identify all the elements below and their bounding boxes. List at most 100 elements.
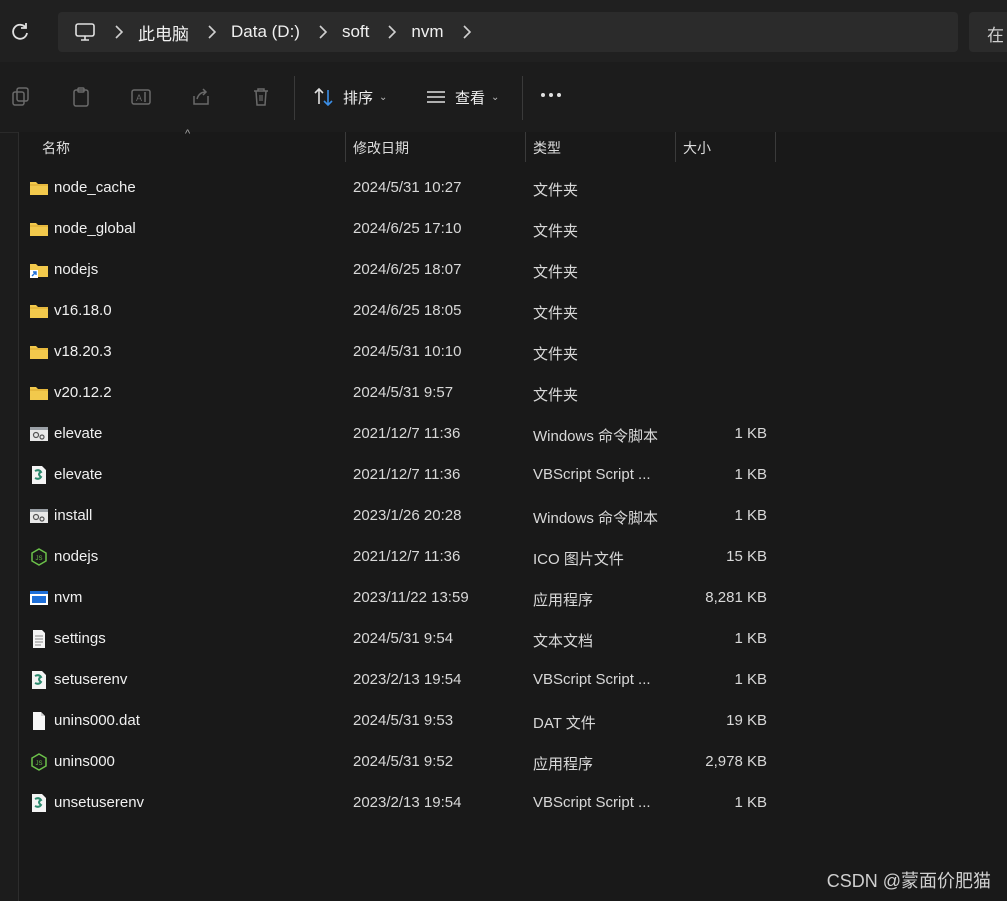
chevron-right-icon[interactable]	[462, 25, 472, 39]
file-date: 2024/6/25 18:07	[353, 261, 462, 278]
column-header-date[interactable]: 修改日期	[353, 138, 409, 158]
file-type: Windows 命令脚本	[533, 428, 659, 445]
search-box[interactable]: 在	[969, 12, 1007, 52]
column-divider[interactable]	[675, 132, 676, 162]
file-name[interactable]: v16.18.0	[54, 302, 112, 319]
breadcrumb-this-pc[interactable]: 此电脑	[138, 20, 189, 45]
file-row[interactable]: JS unins000 2024/5/31 9:52 应用程序 2,978 KB	[19, 742, 779, 782]
file-type: 应用程序	[533, 592, 594, 609]
file-date: 2023/11/22 13:59	[353, 589, 469, 606]
file-row[interactable]: setuserenv 2023/2/13 19:54 VBScript Script…	[19, 660, 779, 700]
copy-icon[interactable]	[10, 86, 32, 108]
chevron-right-icon[interactable]	[318, 25, 328, 39]
svg-text:JS: JS	[36, 761, 43, 767]
column-divider[interactable]	[345, 132, 346, 162]
file-name[interactable]: nodejs	[54, 261, 98, 278]
file-row[interactable]: v20.12.2 2024/5/31 9:57 文件夹	[19, 373, 779, 413]
column-divider[interactable]	[525, 132, 526, 162]
file-name[interactable]: setuserenv	[54, 671, 127, 688]
chevron-right-icon[interactable]	[114, 25, 124, 39]
command-bar: A 排序 ⌄ 查看 ⌄	[0, 62, 1007, 133]
folder-shortcut-icon	[29, 261, 49, 279]
file-row[interactable]: elevate 2021/12/7 11:36 Windows 命令脚本 1 KB	[19, 414, 779, 454]
breadcrumb-nvm[interactable]: nvm	[411, 22, 443, 42]
more-options-button[interactable]	[541, 84, 565, 101]
rename-icon[interactable]: A	[130, 86, 152, 108]
file-row[interactable]: unsetuserenv 2023/2/13 19:54 VBScript Scri…	[19, 783, 779, 823]
file-size: 2,978 KB	[705, 753, 767, 770]
file-row[interactable]: JS nodejs 2021/12/7 11:36 ICO 图片文件 15 KB	[19, 537, 779, 577]
file-date: 2024/6/25 18:05	[353, 302, 462, 319]
vbscript-file-icon	[29, 466, 49, 484]
column-header-name[interactable]: 名称	[42, 138, 70, 158]
svg-text:JS: JS	[36, 556, 43, 562]
view-button[interactable]: 查看 ⌄	[425, 84, 499, 110]
paste-icon[interactable]	[70, 86, 92, 108]
file-type: Windows 命令脚本	[533, 510, 659, 527]
file-size: 1 KB	[734, 794, 767, 811]
column-divider[interactable]	[775, 132, 776, 162]
file-row[interactable]: v18.20.3 2024/5/31 10:10 文件夹	[19, 332, 779, 372]
application-icon	[29, 589, 49, 607]
file-type: 文本文档	[533, 633, 594, 650]
file-size: 19 KB	[726, 712, 767, 729]
file-type: 文件夹	[533, 346, 579, 363]
file-row[interactable]: install 2023/1/26 20:28 Windows 命令脚本 1 KB	[19, 496, 779, 536]
sort-button[interactable]: 排序 ⌄	[313, 84, 387, 110]
file-date: 2021/12/7 11:36	[353, 425, 461, 442]
column-header-size[interactable]: 大小	[683, 138, 711, 158]
file-type: 文件夹	[533, 305, 579, 322]
file-name[interactable]: unsetuserenv	[54, 794, 144, 811]
file-row[interactable]: unins000.dat 2024/5/31 9:53 DAT 文件 19 KB	[19, 701, 779, 741]
file-name[interactable]: node_cache	[54, 179, 136, 196]
file-date: 2024/6/25 17:10	[353, 220, 462, 237]
breadcrumb-soft[interactable]: soft	[342, 22, 369, 42]
delete-icon[interactable]	[250, 86, 272, 108]
file-size: 1 KB	[734, 466, 767, 483]
file-name[interactable]: unins000.dat	[54, 712, 140, 729]
file-row[interactable]: nvm 2023/11/22 13:59 应用程序 8,281 KB	[19, 578, 779, 618]
file-row[interactable]: node_cache 2024/5/31 10:27 文件夹	[19, 168, 779, 208]
column-header-row: ^ 名称 修改日期 类型 大小	[19, 128, 779, 164]
file-name[interactable]: elevate	[54, 425, 102, 442]
view-label: 查看	[455, 89, 486, 107]
chevron-right-icon[interactable]	[387, 25, 397, 39]
column-header-type[interactable]: 类型	[533, 138, 561, 158]
sort-ascending-icon: ^	[185, 128, 191, 140]
file-date: 2024/5/31 10:10	[353, 343, 462, 360]
breadcrumb-data-drive[interactable]: Data (D:)	[231, 22, 300, 42]
file-name[interactable]: v18.20.3	[54, 343, 112, 360]
sort-icon	[314, 87, 333, 107]
refresh-icon[interactable]	[8, 20, 32, 44]
file-name[interactable]: v20.12.2	[54, 384, 112, 401]
file-date: 2023/1/26 20:28	[353, 507, 462, 524]
file-name[interactable]: node_global	[54, 220, 136, 237]
file-name[interactable]: elevate	[54, 466, 102, 483]
file-date: 2024/5/31 9:52	[353, 753, 454, 770]
more-icon	[541, 84, 565, 101]
file-row[interactable]: settings 2024/5/31 9:54 文本文档 1 KB	[19, 619, 779, 659]
file-date: 2024/5/31 9:54	[353, 630, 454, 647]
file-name[interactable]: nodejs	[54, 548, 98, 565]
file-name[interactable]: settings	[54, 630, 106, 647]
file-name[interactable]: nvm	[54, 589, 82, 606]
computer-icon[interactable]	[74, 21, 96, 43]
toolbar-divider	[522, 76, 523, 120]
file-row[interactable]: elevate 2021/12/7 11:36 VBScript Script ..…	[19, 455, 779, 495]
folder-icon	[29, 179, 49, 197]
file-name[interactable]: unins000	[54, 753, 115, 770]
toolbar-divider	[294, 76, 295, 120]
file-row[interactable]: node_global 2024/6/25 17:10 文件夹	[19, 209, 779, 249]
folder-icon	[29, 343, 49, 361]
address-bar[interactable]: 此电脑 Data (D:) soft nvm	[58, 12, 958, 52]
share-icon[interactable]	[190, 86, 212, 108]
file-type: VBScript Script ...	[533, 466, 651, 483]
file-type: 应用程序	[533, 756, 594, 773]
batch-file-icon	[29, 425, 49, 443]
file-name[interactable]: install	[54, 507, 92, 524]
file-row[interactable]: v16.18.0 2024/6/25 18:05 文件夹	[19, 291, 779, 331]
file-list-pane: ^ 名称 修改日期 类型 大小 node_cache 2024/5/31 10:2…	[18, 128, 1007, 901]
chevron-right-icon[interactable]	[207, 25, 217, 39]
file-row[interactable]: nodejs 2024/6/25 18:07 文件夹	[19, 250, 779, 290]
file-type: VBScript Script ...	[533, 671, 651, 688]
